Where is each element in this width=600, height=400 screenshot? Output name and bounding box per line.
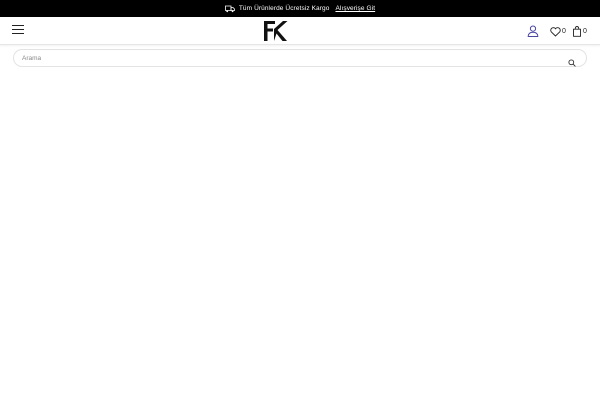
search-bar <box>13 49 587 67</box>
search-icon[interactable] <box>568 54 576 67</box>
announcement-bar: Tüm Ürünlerde Ücretsiz Kargo Alışverişe … <box>0 0 600 17</box>
site-header: 0 0 <box>0 17 600 45</box>
hamburger-menu-icon[interactable] <box>12 25 24 35</box>
fk-logo-icon[interactable] <box>263 20 288 42</box>
cart-count: 0 <box>583 28 587 35</box>
shop-now-link[interactable]: Alışverişe Git <box>335 5 375 12</box>
user-account-icon[interactable] <box>527 24 539 37</box>
wishlist-count: 0 <box>562 28 566 35</box>
delivery-truck-icon <box>224 5 235 13</box>
cart-button[interactable]: 0 <box>572 24 592 38</box>
search-input[interactable] <box>22 52 562 65</box>
wishlist-button[interactable]: 0 <box>550 24 570 38</box>
shopping-bag-icon <box>572 24 582 42</box>
heart-icon <box>550 24 561 42</box>
announcement-text: Tüm Ürünlerde Ücretsiz Kargo <box>238 5 330 12</box>
